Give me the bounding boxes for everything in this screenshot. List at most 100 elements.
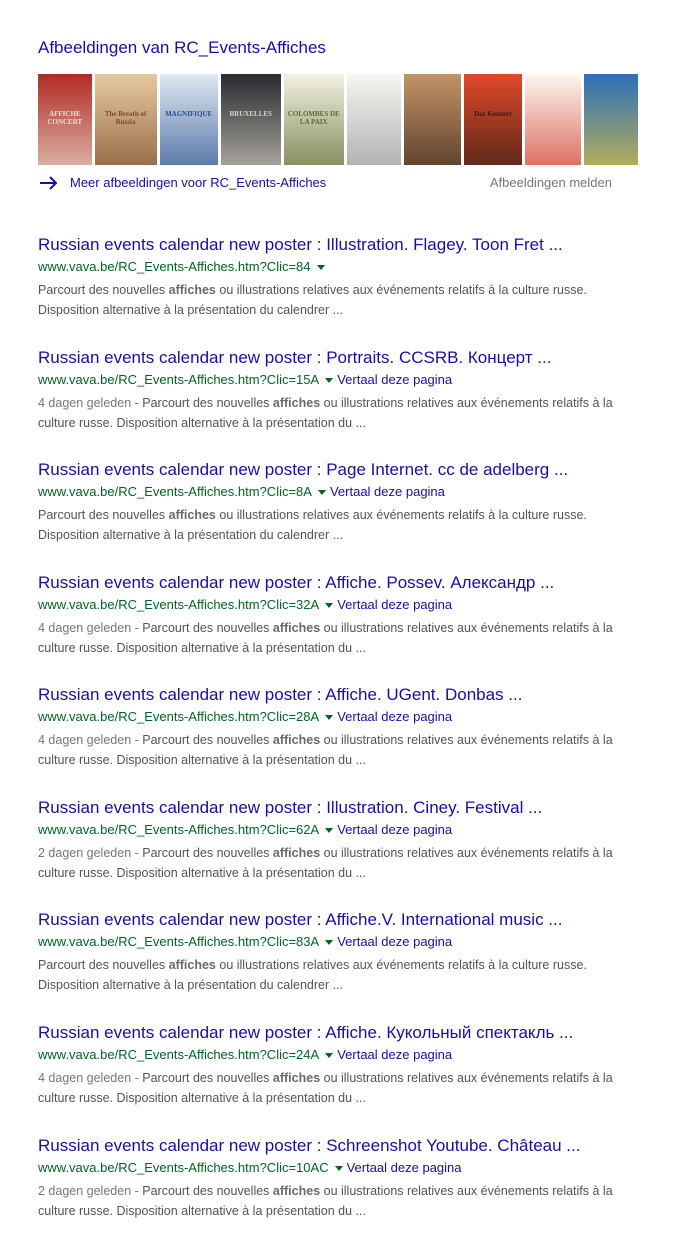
arrow-right-icon[interactable] — [38, 173, 60, 193]
search-result: Russian events calendar new poster : Sch… — [38, 1135, 638, 1221]
thumbnail-caption: AFFICHE CONCERT — [47, 110, 83, 126]
result-url-row: www.vava.be/RC_Events-Affiches.htm?Clic=… — [38, 1159, 638, 1177]
caret-down-icon[interactable] — [325, 940, 334, 946]
snippet-text: Parcourt des nouvelles — [38, 508, 169, 522]
snippet-text: Parcourt des nouvelles — [142, 621, 273, 635]
thumbnail-art — [584, 74, 638, 165]
report-images-link[interactable]: Afbeeldingen melden — [490, 175, 612, 190]
result-title-link[interactable]: Russian events calendar new poster : Aff… — [38, 1022, 638, 1044]
image-thumbnail[interactable]: Das Konzert — [463, 74, 522, 165]
thumbnail-caption: The Breath of Russia — [104, 110, 147, 126]
translate-page-link[interactable]: Vertaal deze pagina — [337, 372, 452, 387]
result-url-row: www.vava.be/RC_Events-Affiches.htm?Clic=… — [38, 258, 638, 276]
result-date: 2 dagen geleden - — [38, 846, 143, 860]
caret-down-icon[interactable] — [325, 828, 334, 834]
result-url-row: www.vava.be/RC_Events-Affiches.htm?Clic=… — [38, 483, 638, 501]
caret-down-icon[interactable] — [325, 378, 334, 384]
result-url: www.vava.be/RC_Events-Affiches.htm?Clic=… — [38, 822, 320, 837]
caret-down-icon[interactable] — [325, 603, 334, 609]
result-url: www.vava.be/RC_Events-Affiches.htm?Clic=… — [38, 484, 312, 499]
snippet-text: Parcourt des nouvelles — [142, 1184, 273, 1198]
caret-down-icon[interactable] — [334, 1166, 343, 1172]
translate-page-link[interactable]: Vertaal deze pagina — [337, 1047, 452, 1062]
result-title-link[interactable]: Russian events calendar new poster : Sch… — [38, 1135, 638, 1157]
search-result: Russian events calendar new poster : Por… — [38, 347, 638, 433]
result-title-link[interactable]: Russian events calendar new poster : Ill… — [38, 797, 638, 819]
thumbnail-caption: BRUXELLES — [229, 110, 272, 118]
caret-down-icon[interactable] — [325, 1053, 334, 1059]
image-thumbnail[interactable] — [346, 74, 402, 165]
result-title-link[interactable]: Russian events calendar new poster : Aff… — [38, 909, 638, 931]
translate-page-link[interactable]: Vertaal deze pagina — [337, 597, 452, 612]
thumbnail-art — [159, 74, 218, 165]
image-thumbnail[interactable]: AFFICHE CONCERT — [38, 74, 92, 165]
images-section-title[interactable]: Afbeeldingen van RC_Events-Affiches — [38, 38, 326, 58]
result-url-row: www.vava.be/RC_Events-Affiches.htm?Clic=… — [38, 596, 638, 614]
caret-down-icon[interactable] — [325, 715, 334, 721]
image-thumbnail[interactable]: The Breath of Russia — [94, 74, 157, 165]
translate-page-link[interactable]: Vertaal deze pagina — [330, 484, 445, 499]
search-result: Russian events calendar new poster : Ill… — [38, 234, 638, 320]
thumbnail-art — [524, 74, 582, 165]
image-thumbnail[interactable] — [584, 74, 638, 165]
result-url-row: www.vava.be/RC_Events-Affiches.htm?Clic=… — [38, 708, 638, 726]
result-url: www.vava.be/RC_Events-Affiches.htm?Clic=… — [38, 709, 320, 724]
more-images-link[interactable]: Meer afbeeldingen voor RC_Events-Affiche… — [70, 175, 326, 190]
result-title-link[interactable]: Russian events calendar new poster : Ill… — [38, 234, 638, 256]
result-snippet: 4 dagen geleden - Parcourt des nouvelles… — [38, 1068, 638, 1108]
result-title-link[interactable]: Russian events calendar new poster : Aff… — [38, 572, 638, 594]
image-thumbnail[interactable]: BRUXELLES — [220, 74, 281, 165]
thumbnail-art — [220, 74, 281, 165]
result-snippet: Parcourt des nouvelles affiches ou illus… — [38, 955, 638, 995]
thumbnail-art — [346, 74, 402, 165]
result-snippet: Parcourt des nouvelles affiches ou illus… — [38, 280, 638, 320]
result-title-link[interactable]: Russian events calendar new poster : Por… — [38, 347, 638, 369]
image-thumbnail[interactable]: COLOMBES DE LA PAIX — [283, 74, 344, 165]
image-thumbnail-strip: AFFICHE CONCERT The Breath of Russia MAG… — [38, 74, 638, 165]
result-url: www.vava.be/RC_Events-Affiches.htm?Clic=… — [38, 1047, 320, 1062]
translate-page-link[interactable]: Vertaal deze pagina — [347, 1160, 462, 1175]
snippet-text: Parcourt des nouvelles — [142, 733, 273, 747]
search-result: Russian events calendar new poster : Pag… — [38, 459, 638, 545]
search-result: Russian events calendar new poster : Aff… — [38, 572, 638, 658]
caret-down-icon[interactable] — [316, 265, 325, 271]
snippet-highlight: affiches — [272, 733, 321, 747]
caret-down-icon[interactable] — [317, 490, 326, 496]
snippet-text: Parcourt des nouvelles — [142, 1071, 273, 1085]
result-snippet: 4 dagen geleden - Parcourt des nouvelles… — [38, 730, 638, 770]
result-url-row: www.vava.be/RC_Events-Affiches.htm?Clic=… — [38, 371, 638, 389]
snippet-highlight: affiches — [272, 396, 321, 410]
image-thumbnail[interactable] — [524, 74, 582, 165]
result-snippet: 4 dagen geleden - Parcourt des nouvelles… — [38, 618, 638, 658]
snippet-highlight: affiches — [272, 1184, 321, 1198]
snippet-text: Parcourt des nouvelles — [142, 396, 273, 410]
snippet-highlight: affiches — [168, 283, 216, 297]
thumbnail-caption: COLOMBES DE LA PAIX — [287, 110, 340, 126]
thumbnail-art — [404, 74, 461, 165]
translate-page-link[interactable]: Vertaal deze pagina — [337, 709, 452, 724]
result-date: 4 dagen geleden - — [38, 733, 143, 747]
result-snippet: 2 dagen geleden - Parcourt des nouvelles… — [38, 843, 638, 883]
result-title-link[interactable]: Russian events calendar new poster : Pag… — [38, 459, 638, 481]
result-url: www.vava.be/RC_Events-Affiches.htm?Clic=… — [38, 934, 320, 949]
result-snippet: 4 dagen geleden - Parcourt des nouvelles… — [38, 393, 638, 433]
snippet-highlight: affiches — [272, 621, 321, 635]
image-thumbnail[interactable]: MAGNIFIQUE — [159, 74, 218, 165]
result-url: www.vava.be/RC_Events-Affiches.htm?Clic=… — [38, 597, 320, 612]
result-url: www.vava.be/RC_Events-Affiches.htm?Clic=… — [38, 372, 320, 387]
snippet-highlight: affiches — [272, 846, 321, 860]
snippet-highlight: affiches — [168, 508, 216, 522]
result-snippet: Parcourt des nouvelles affiches ou illus… — [38, 505, 638, 545]
result-url-row: www.vava.be/RC_Events-Affiches.htm?Clic=… — [38, 821, 638, 839]
translate-page-link[interactable]: Vertaal deze pagina — [337, 822, 452, 837]
translate-page-link[interactable]: Vertaal deze pagina — [337, 934, 452, 949]
result-url: www.vava.be/RC_Events-Affiches.htm?Clic=… — [38, 1160, 329, 1175]
snippet-highlight: affiches — [272, 1071, 321, 1085]
result-title-link[interactable]: Russian events calendar new poster : Aff… — [38, 684, 638, 706]
result-date: 4 dagen geleden - — [38, 1071, 143, 1085]
thumbnail-caption: Das Konzert — [474, 110, 512, 118]
image-thumbnail[interactable] — [404, 74, 461, 165]
snippet-text: Parcourt des nouvelles — [38, 283, 169, 297]
snippet-text: Parcourt des nouvelles — [38, 958, 169, 972]
search-result: Russian events calendar new poster : Ill… — [38, 797, 638, 883]
